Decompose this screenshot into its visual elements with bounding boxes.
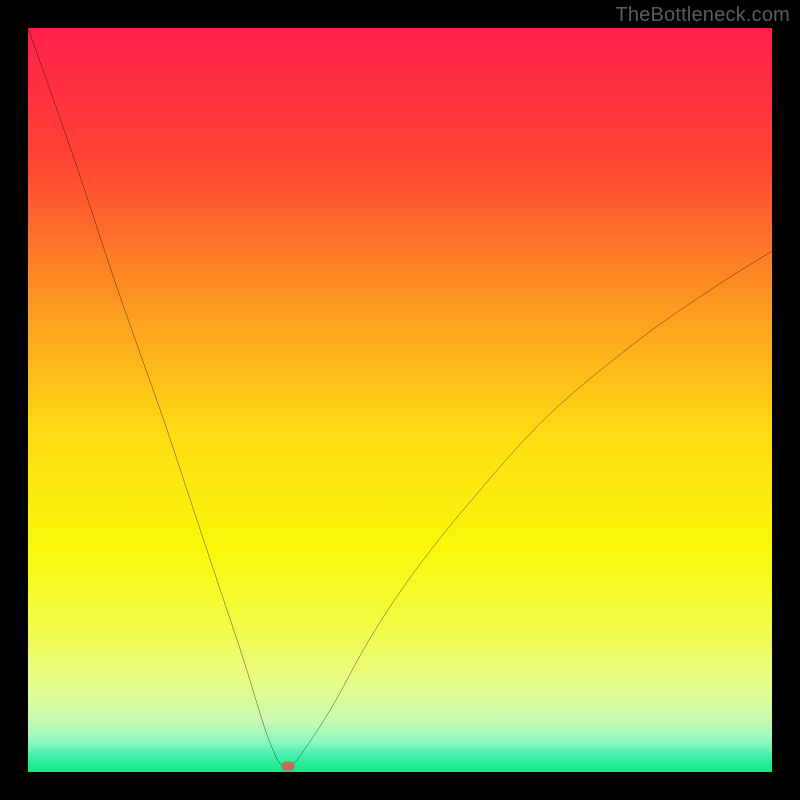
plot-area bbox=[28, 28, 772, 772]
curve-path bbox=[28, 28, 772, 767]
optimal-marker bbox=[282, 762, 295, 771]
watermark-text: TheBottleneck.com bbox=[615, 4, 790, 27]
bottleneck-curve bbox=[28, 28, 772, 772]
chart-frame: TheBottleneck.com bbox=[0, 0, 800, 800]
